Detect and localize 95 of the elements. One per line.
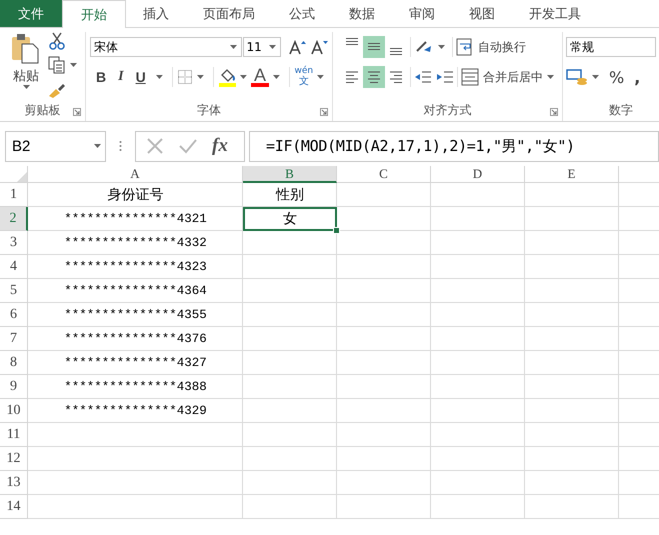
row-header[interactable]: 1 bbox=[0, 183, 28, 207]
align-center-button[interactable] bbox=[363, 66, 385, 88]
align-bottom-icon bbox=[390, 48, 402, 56]
align-middle-button[interactable] bbox=[363, 36, 385, 58]
merge-cells-icon bbox=[461, 68, 479, 86]
dialog-launcher-icon[interactable] bbox=[550, 108, 558, 116]
comma-style-button[interactable]: , bbox=[634, 68, 640, 86]
row-header[interactable]: 6 bbox=[0, 303, 28, 327]
caret-icon[interactable] bbox=[269, 45, 276, 49]
borders-icon[interactable] bbox=[177, 69, 194, 85]
table-cell-text: 性别 bbox=[274, 186, 305, 205]
fill-color-icon[interactable] bbox=[218, 67, 236, 87]
phonetic-guide-button[interactable]: wén 文 bbox=[294, 67, 314, 87]
ribbon-tab[interactable]: 数据 bbox=[332, 0, 392, 27]
row-header[interactable]: 11 bbox=[0, 423, 28, 447]
row-header[interactable]: 5 bbox=[0, 279, 28, 303]
dialog-launcher-icon[interactable] bbox=[73, 108, 81, 116]
align-middle-icon bbox=[368, 43, 380, 51]
table-cell-text: ***************4355 bbox=[63, 307, 208, 324]
underline-button[interactable]: U bbox=[130, 69, 152, 85]
name-box[interactable]: B2 bbox=[5, 130, 106, 162]
font-color-button[interactable]: A bbox=[251, 67, 269, 87]
scissors-icon[interactable] bbox=[48, 32, 66, 50]
table-cell-text: ***************4321 bbox=[63, 211, 208, 228]
number-format-field[interactable]: 常规 bbox=[566, 37, 656, 57]
table-cell-text: ***************4327 bbox=[63, 355, 208, 372]
currency-icon[interactable] bbox=[566, 68, 588, 86]
align-top-icon bbox=[346, 38, 358, 46]
decrease-indent-icon[interactable] bbox=[414, 70, 432, 84]
bold-button[interactable]: B bbox=[90, 69, 112, 85]
table-cell-text: ***************4376 bbox=[63, 331, 208, 348]
paste-label: 粘贴 bbox=[13, 68, 39, 85]
group-label: 字体 bbox=[197, 103, 221, 117]
caret-icon[interactable] bbox=[592, 75, 599, 79]
group-label: 数字 bbox=[609, 103, 633, 117]
caret-icon[interactable] bbox=[22, 85, 30, 89]
table-cell-text: ***************4329 bbox=[63, 403, 208, 420]
shrink-font-icon[interactable] bbox=[310, 39, 328, 55]
caret-icon[interactable] bbox=[94, 144, 101, 148]
table-cell-text: 身份证号 bbox=[106, 186, 164, 205]
row-header[interactable]: 9 bbox=[0, 375, 28, 399]
ribbon-tab[interactable]: 视图 bbox=[452, 0, 512, 27]
table-cell[interactable]: 女 bbox=[243, 207, 337, 231]
group-label: 对齐方式 bbox=[424, 103, 472, 117]
ribbon-tab[interactable]: 开始 bbox=[62, 0, 126, 28]
column-header[interactable]: C bbox=[337, 166, 431, 183]
copy-icon[interactable] bbox=[48, 56, 66, 74]
ribbon-tab[interactable]: 开发工具 bbox=[512, 0, 598, 27]
caret-icon[interactable] bbox=[240, 75, 248, 79]
row-header[interactable]: 14 bbox=[0, 495, 28, 519]
merge-center-button[interactable]: 合并后居中 bbox=[461, 68, 543, 86]
row-header[interactable]: 3 bbox=[0, 231, 28, 255]
orientation-icon[interactable] bbox=[414, 39, 434, 55]
row-header[interactable]: 10 bbox=[0, 399, 28, 423]
row-header[interactable]: 7 bbox=[0, 327, 28, 351]
font-size-field[interactable]: 11 bbox=[242, 37, 282, 57]
grow-font-icon[interactable] bbox=[289, 39, 307, 55]
ribbon-tab[interactable]: 文件 bbox=[0, 0, 62, 27]
row-header[interactable]: 13 bbox=[0, 471, 28, 495]
table-cell-text: ***************4323 bbox=[63, 259, 208, 276]
caret-icon[interactable] bbox=[197, 75, 204, 79]
row-header[interactable]: 2 bbox=[0, 207, 28, 231]
caret-icon[interactable] bbox=[70, 63, 77, 67]
table-cell-text: ***************4388 bbox=[63, 379, 208, 396]
caret-icon[interactable] bbox=[156, 75, 163, 79]
font-name-field[interactable]: 宋体 bbox=[90, 37, 242, 57]
column-header[interactable]: D bbox=[431, 166, 525, 183]
table-cell-text: ***************4364 bbox=[63, 283, 208, 300]
ribbon-tab[interactable]: 页面布局 bbox=[186, 0, 272, 27]
formula-field[interactable]: =IF(MOD(MID(A2,17,1),2)=1,"男","女") bbox=[249, 130, 659, 162]
row-header[interactable]: 12 bbox=[0, 447, 28, 471]
ribbon-tab[interactable]: 公式 bbox=[272, 0, 332, 27]
column-header[interactable]: E bbox=[525, 166, 619, 183]
italic-button[interactable]: I bbox=[112, 69, 130, 85]
caret-icon[interactable] bbox=[438, 45, 445, 49]
increase-indent-icon[interactable] bbox=[436, 70, 454, 84]
ribbon-tab[interactable]: 插入 bbox=[126, 0, 186, 27]
wrap-text-button[interactable]: 自动换行 bbox=[456, 38, 526, 56]
row-header[interactable]: 8 bbox=[0, 351, 28, 375]
caret-icon[interactable] bbox=[317, 75, 324, 79]
row-header[interactable]: 4 bbox=[0, 255, 28, 279]
more-options-icon[interactable] bbox=[119, 140, 122, 152]
column-header[interactable]: B bbox=[243, 166, 337, 183]
paste-button[interactable]: 粘贴 bbox=[10, 32, 42, 89]
table-cell-text: ***************4332 bbox=[63, 235, 208, 252]
wrap-text-icon bbox=[456, 38, 474, 56]
ribbon-tab[interactable]: 审阅 bbox=[392, 0, 452, 27]
dialog-launcher-icon[interactable] bbox=[320, 108, 328, 116]
group-label: 剪贴板 bbox=[24, 103, 60, 117]
caret-icon[interactable] bbox=[547, 75, 554, 79]
column-header[interactable]: A bbox=[28, 166, 243, 183]
caret-icon[interactable] bbox=[272, 75, 280, 79]
percent-style-button[interactable]: % bbox=[609, 68, 624, 86]
caret-icon[interactable] bbox=[230, 45, 237, 49]
insert-function-button[interactable]: fx bbox=[212, 135, 228, 157]
